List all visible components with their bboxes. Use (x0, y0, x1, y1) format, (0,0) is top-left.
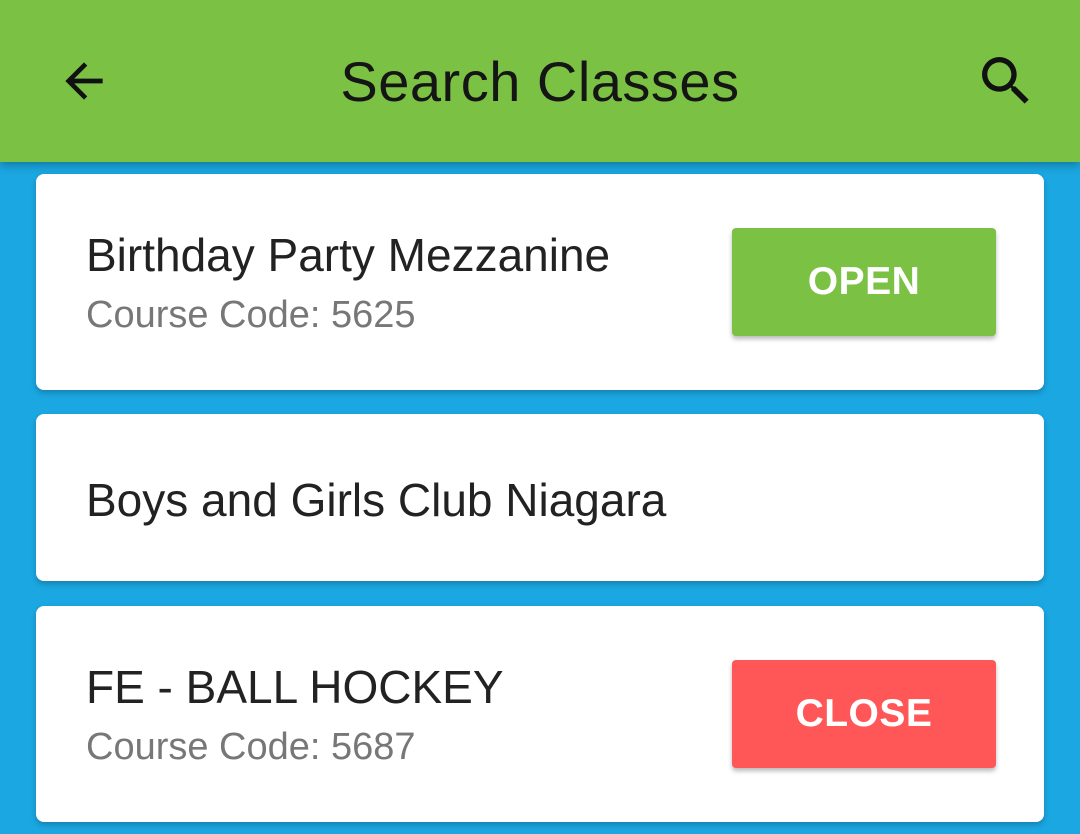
class-list: Birthday Party Mezzanine Course Code: 56… (0, 162, 1080, 834)
class-name: FE - BALL HOCKEY (86, 661, 504, 713)
class-name: Birthday Party Mezzanine (86, 229, 611, 281)
search-icon (982, 57, 1029, 104)
course-code: Course Code: 5625 (86, 294, 416, 336)
app-bar: Search Classes (0, 0, 1080, 162)
class-card[interactable]: Birthday Party Mezzanine Course Code: 56… (36, 174, 1044, 390)
class-name: Boys and Girls Club Niagara (86, 474, 667, 526)
class-card[interactable]: FE - BALL HOCKEY Course Code: 5687 CLOSE (36, 606, 1044, 822)
back-button[interactable] (44, 41, 124, 121)
arrow-back-icon (65, 62, 103, 100)
page-title: Search Classes (340, 49, 740, 113)
close-button[interactable]: CLOSE (732, 660, 996, 768)
class-card[interactable]: Boys and Girls Club Niagara (36, 414, 1044, 581)
course-code: Course Code: 5687 (86, 726, 416, 768)
search-button[interactable] (966, 41, 1046, 121)
open-button[interactable]: OPEN (732, 228, 996, 336)
